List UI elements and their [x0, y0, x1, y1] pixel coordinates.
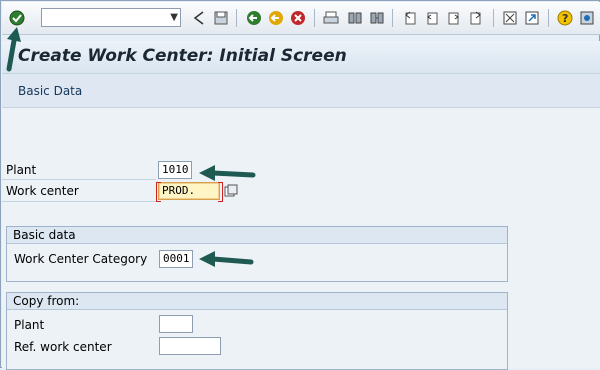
- annotation-arrow-enter: [6, 27, 21, 72]
- copy-from-group-title: Copy from:: [13, 294, 80, 308]
- ref-work-center-label: Ref. work center: [14, 340, 112, 354]
- copy-from-group-header: Copy from:: [7, 293, 507, 310]
- dropdown-icon[interactable]: ▼: [170, 12, 178, 23]
- work-center-category-input[interactable]: 0001: [159, 250, 193, 268]
- help-icon[interactable]: ?: [556, 9, 574, 27]
- basic-data-group: Basic data Work Center Category 0001: [6, 226, 508, 282]
- save-icon[interactable]: [212, 9, 230, 27]
- next-page-icon[interactable]: [445, 9, 463, 27]
- command-field[interactable]: ▼: [41, 8, 181, 27]
- toolbar-separator: [314, 9, 315, 27]
- find-next-icon[interactable]: [368, 9, 386, 27]
- back-icon[interactable]: [245, 9, 263, 27]
- ref-work-center-input[interactable]: [159, 337, 221, 355]
- plant-input[interactable]: 1010: [158, 161, 192, 179]
- find-icon[interactable]: [346, 9, 364, 27]
- exit-icon[interactable]: [267, 9, 285, 27]
- customize-icon[interactable]: [578, 9, 596, 27]
- create-session-icon[interactable]: [501, 9, 519, 27]
- basic-data-group-header: Basic data: [7, 227, 507, 244]
- print-icon[interactable]: [322, 9, 340, 27]
- main-content: Plant 1010 Work center PROD. Basic data …: [2, 108, 600, 370]
- toolbar-separator: [236, 9, 237, 27]
- copy-plant-input[interactable]: [159, 315, 193, 333]
- required-marker-left: [156, 182, 161, 202]
- row-divider: [2, 179, 156, 180]
- annotation-arrow-category: [199, 251, 254, 267]
- previous-page-icon[interactable]: [423, 9, 441, 27]
- copy-plant-label: Plant: [14, 318, 45, 332]
- copy-from-group: Copy from: Plant Ref. work center: [6, 292, 508, 370]
- shortcut-icon[interactable]: [523, 9, 541, 27]
- first-page-icon[interactable]: [401, 9, 419, 27]
- svg-text:?: ?: [562, 12, 568, 25]
- last-page-icon[interactable]: [467, 9, 485, 27]
- toolbar-separator: [392, 9, 393, 27]
- sap-window: ▼ ? Create Work Center: Initial Screen B…: [0, 0, 600, 370]
- page-title: Create Work Center: Initial Screen: [18, 46, 347, 66]
- work-center-category-label: Work Center Category: [14, 252, 148, 266]
- basic-data-group-title: Basic data: [13, 228, 76, 242]
- basic-data-button[interactable]: Basic Data: [18, 84, 82, 98]
- plant-label: Plant: [6, 163, 37, 177]
- toolbar-separator: [493, 9, 494, 27]
- title-bar: Create Work Center: Initial Screen: [2, 41, 600, 74]
- work-center-label: Work center: [6, 184, 79, 198]
- application-toolbar: Basic Data: [2, 74, 600, 108]
- toolbar-separator: [548, 9, 549, 27]
- row-divider: [2, 201, 156, 202]
- cancel-icon[interactable]: [289, 9, 307, 27]
- standard-toolbar: ▼ ?: [2, 2, 600, 35]
- back-nav-icon[interactable]: [190, 9, 208, 27]
- annotation-arrow-plant: [199, 165, 256, 181]
